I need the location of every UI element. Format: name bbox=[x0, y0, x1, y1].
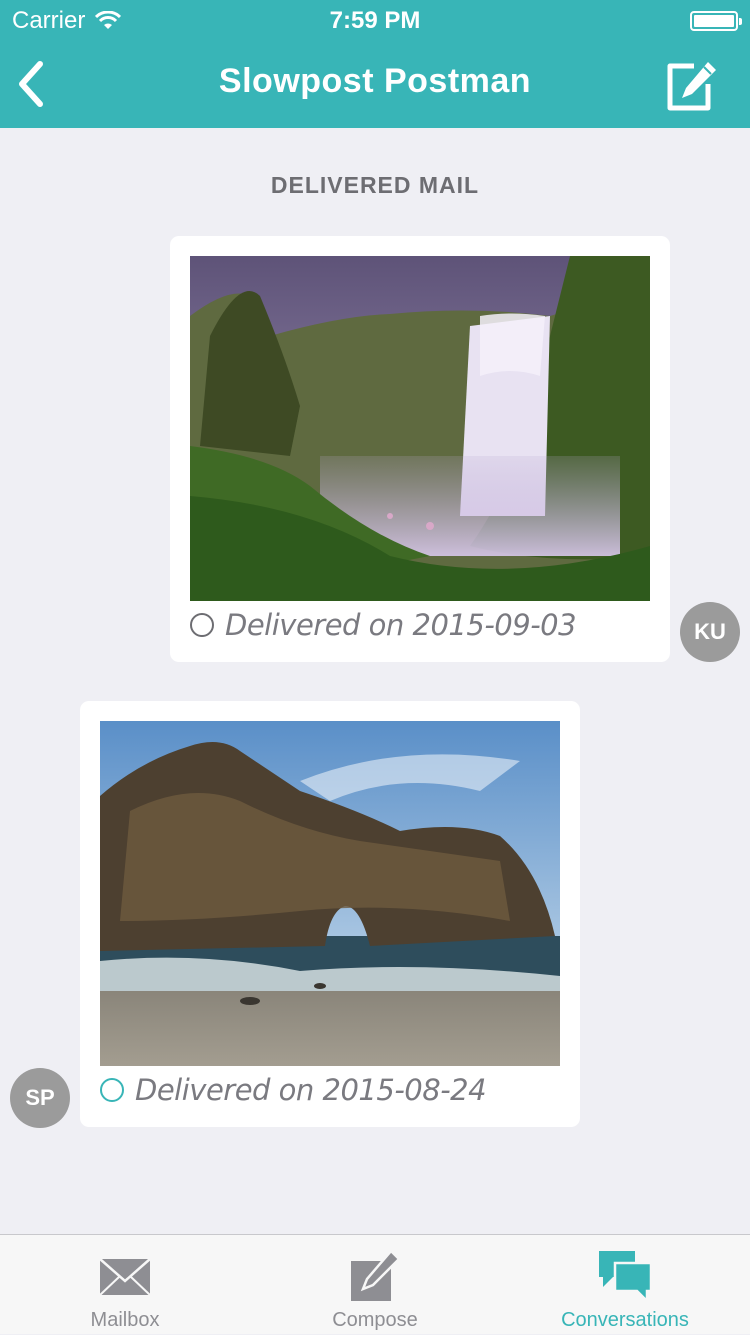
waterfall-photo[interactable] bbox=[190, 256, 650, 601]
delivery-date: Delivered on 2015-08-24 bbox=[135, 1073, 487, 1107]
status-bar: Carrier 7:59 PM bbox=[0, 0, 750, 40]
clock: 7:59 PM bbox=[329, 7, 421, 34]
compose-icon[interactable] bbox=[664, 58, 720, 114]
delivery-status: Delivered on 2015-08-24 bbox=[100, 1073, 487, 1107]
avatar[interactable]: SP bbox=[10, 1068, 70, 1128]
avatar[interactable]: KU bbox=[680, 602, 740, 662]
sea-arch-photo[interactable] bbox=[100, 721, 560, 1066]
navigation-bar: Slowpost Postman bbox=[0, 40, 750, 128]
conversation-content[interactable]: DELIVERED MAIL Delivered on 2015-09-03 K… bbox=[0, 128, 750, 1234]
chat-bubbles-icon bbox=[599, 1251, 653, 1305]
tab-label: Compose bbox=[332, 1309, 418, 1331]
battery-icon bbox=[690, 11, 742, 31]
mail-card[interactable]: Delivered on 2015-09-03 bbox=[170, 236, 670, 662]
tab-compose[interactable]: Compose bbox=[250, 1235, 500, 1335]
status-indicator-icon bbox=[190, 613, 214, 637]
delivery-date: Delivered on 2015-09-03 bbox=[225, 608, 577, 642]
mail-card[interactable]: Delivered on 2015-08-24 bbox=[80, 701, 580, 1127]
tab-mailbox[interactable]: Mailbox bbox=[0, 1235, 250, 1335]
compose-icon bbox=[351, 1249, 401, 1301]
tab-label: Mailbox bbox=[90, 1309, 160, 1331]
tab-conversations[interactable]: Conversations bbox=[500, 1235, 750, 1335]
tab-bar: Mailbox Compose Conversations bbox=[0, 1234, 750, 1334]
page-title: Slowpost Postman bbox=[218, 62, 532, 100]
envelope-icon bbox=[99, 1258, 151, 1296]
status-indicator-icon bbox=[100, 1078, 124, 1102]
delivery-status: Delivered on 2015-09-03 bbox=[190, 608, 577, 642]
section-header: DELIVERED MAIL bbox=[270, 172, 480, 198]
tab-label: Conversations bbox=[561, 1309, 689, 1331]
